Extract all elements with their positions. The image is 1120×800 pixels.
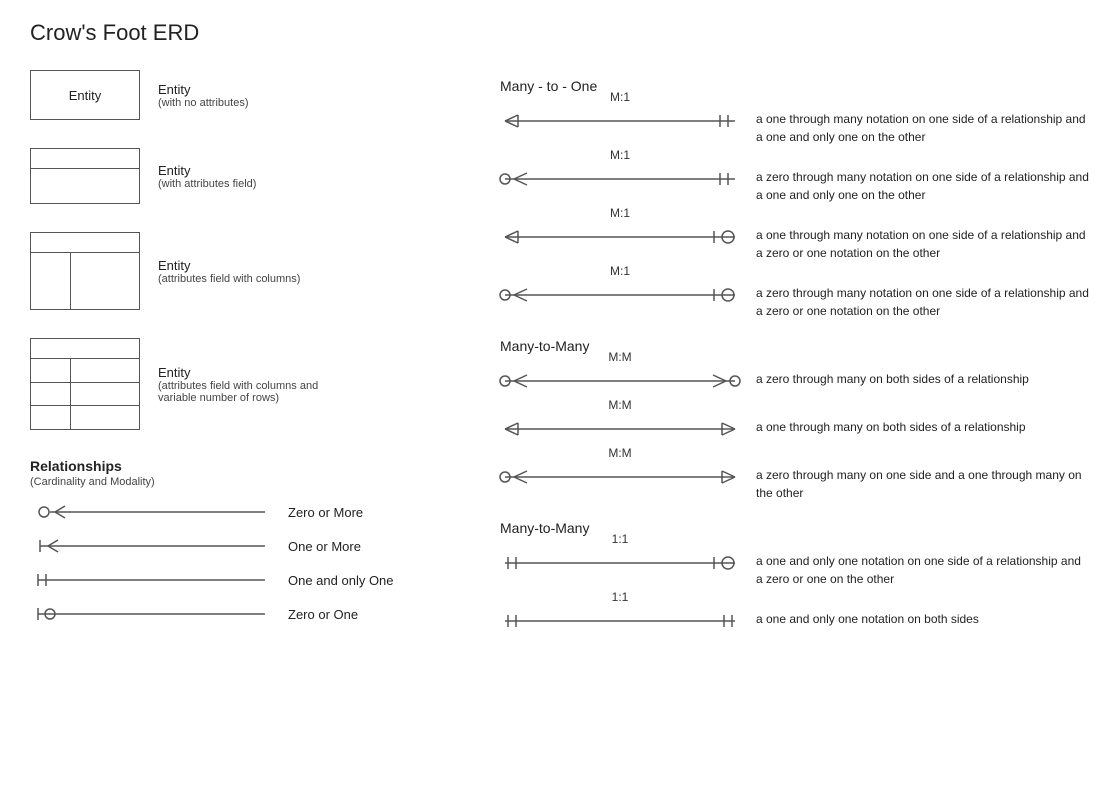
entity-cols-box bbox=[30, 232, 140, 310]
m1-row2: M:1 a zero through many notation on one … bbox=[500, 164, 1090, 204]
relationships-section: Relationships (Cardinality and Modality) bbox=[30, 458, 490, 624]
entity-cols-label: Entity (attributes field with columns) bbox=[158, 258, 300, 285]
left-panel: Entity Entity (with no attributes) Entit… bbox=[30, 70, 490, 654]
entity-simple: Entity Entity (with no attributes) bbox=[30, 70, 490, 120]
entity-rows-label: Entity (attributes field with columns an… bbox=[158, 365, 318, 404]
notation-one-only-label: One and only One bbox=[288, 573, 394, 588]
mm-row3: M:M a zero through many on one side and … bbox=[500, 462, 1090, 502]
11-row2-desc: a one and only one notation on both side… bbox=[756, 606, 979, 628]
relationships-title: Relationships bbox=[30, 458, 490, 474]
entity-simple-name: Entity bbox=[158, 82, 248, 97]
section-many-to-one: Many - to - One M:1 a o bbox=[500, 78, 1090, 320]
notation-one-or-more-label: One or More bbox=[288, 539, 361, 554]
mm-row2: M:M a one through many on both sides of … bbox=[500, 414, 1090, 444]
mm-row1-line: M:M bbox=[500, 366, 740, 396]
entity-rows-box bbox=[30, 338, 140, 430]
entity-attrs-name: Entity bbox=[158, 163, 256, 178]
page-title: Crow's Foot ERD bbox=[30, 20, 1090, 46]
right-panel: Many - to - One M:1 a o bbox=[490, 70, 1090, 654]
m1-row2-line: M:1 bbox=[500, 164, 740, 194]
mm-row1-desc: a zero through many on both sides of a r… bbox=[756, 366, 1029, 388]
m1-row4-ratio: M:1 bbox=[500, 264, 740, 278]
entity-simple-sub: (with no attributes) bbox=[158, 97, 248, 109]
notation-one-or-more-line bbox=[30, 536, 270, 556]
m1-row4: M:1 a zero through many notation on one … bbox=[500, 280, 1090, 320]
entity-simple-box: Entity bbox=[30, 70, 140, 120]
m1-row4-line: M:1 bbox=[500, 280, 740, 310]
relationships-subtitle: (Cardinality and Modality) bbox=[30, 476, 490, 488]
11-row1-desc: a one and only one notation on one side … bbox=[756, 548, 1090, 588]
11-row1-line: 1:1 bbox=[500, 548, 740, 578]
entity-rows: Entity (attributes field with columns an… bbox=[30, 338, 490, 430]
notation-one-only-line bbox=[30, 570, 270, 590]
notation-zero-or-one-label: Zero or One bbox=[288, 607, 358, 622]
m1-row4-desc: a zero through many notation on one side… bbox=[756, 280, 1090, 320]
mm-row3-line: M:M bbox=[500, 462, 740, 492]
m1-row3-ratio: M:1 bbox=[500, 206, 740, 220]
m1-row2-ratio: M:1 bbox=[500, 148, 740, 162]
11-row2-line: 1:1 bbox=[500, 606, 740, 636]
mm-row3-desc: a zero through many on one side and a on… bbox=[756, 462, 1090, 502]
m1-row2-desc: a zero through many notation on one side… bbox=[756, 164, 1090, 204]
entity-attrs: Entity (with attributes field) bbox=[30, 148, 490, 204]
mm-row2-ratio: M:M bbox=[500, 398, 740, 412]
section-many-to-many-1: Many-to-Many M:M bbox=[500, 338, 1090, 502]
notation-one-or-more: One or More bbox=[30, 536, 490, 556]
entity-simple-text: Entity bbox=[69, 88, 102, 103]
section-many-to-many-2: Many-to-Many 1:1 a one and only one bbox=[500, 520, 1090, 636]
11-row2-ratio: 1:1 bbox=[500, 590, 740, 604]
entity-cols-sub: (attributes field with columns) bbox=[158, 273, 300, 285]
m1-row1-desc: a one through many notation on one side … bbox=[756, 106, 1090, 146]
notation-zero-or-one-line bbox=[30, 604, 270, 624]
m1-row1-line: M:1 bbox=[500, 106, 740, 136]
mm-row1-ratio: M:M bbox=[500, 350, 740, 364]
notation-zero-or-more-label: Zero or More bbox=[288, 505, 363, 520]
m1-row3-desc: a one through many notation on one side … bbox=[756, 222, 1090, 262]
entity-attrs-box bbox=[30, 148, 140, 204]
entity-attrs-sub: (with attributes field) bbox=[158, 178, 256, 190]
11-row1: 1:1 a one and only one notation on one s… bbox=[500, 548, 1090, 588]
entity-rows-sub: (attributes field with columns andvariab… bbox=[158, 380, 318, 404]
m1-row3: M:1 a one through many notation on one s… bbox=[500, 222, 1090, 262]
entity-cols: Entity (attributes field with columns) bbox=[30, 232, 490, 310]
notation-zero-or-more: Zero or More bbox=[30, 502, 490, 522]
mm-row2-line: M:M bbox=[500, 414, 740, 444]
mm-row3-ratio: M:M bbox=[500, 446, 740, 460]
mm-row2-desc: a one through many on both sides of a re… bbox=[756, 414, 1026, 436]
mm-row1: M:M a zero through many on both sides of… bbox=[500, 366, 1090, 396]
entity-cols-name: Entity bbox=[158, 258, 300, 273]
entity-simple-label: Entity (with no attributes) bbox=[158, 82, 248, 109]
notation-one-only: One and only One bbox=[30, 570, 490, 590]
entity-rows-name: Entity bbox=[158, 365, 318, 380]
11-row1-ratio: 1:1 bbox=[500, 532, 740, 546]
notation-zero-or-one: Zero or One bbox=[30, 604, 490, 624]
m1-row1: M:1 a one through many notation on one s… bbox=[500, 106, 1090, 146]
notation-zero-or-more-line bbox=[30, 502, 270, 522]
entity-attrs-label: Entity (with attributes field) bbox=[158, 163, 256, 190]
m1-row3-line: M:1 bbox=[500, 222, 740, 252]
11-row2: 1:1 a one and only one notation on both … bbox=[500, 606, 1090, 636]
m1-row1-ratio: M:1 bbox=[500, 90, 740, 104]
